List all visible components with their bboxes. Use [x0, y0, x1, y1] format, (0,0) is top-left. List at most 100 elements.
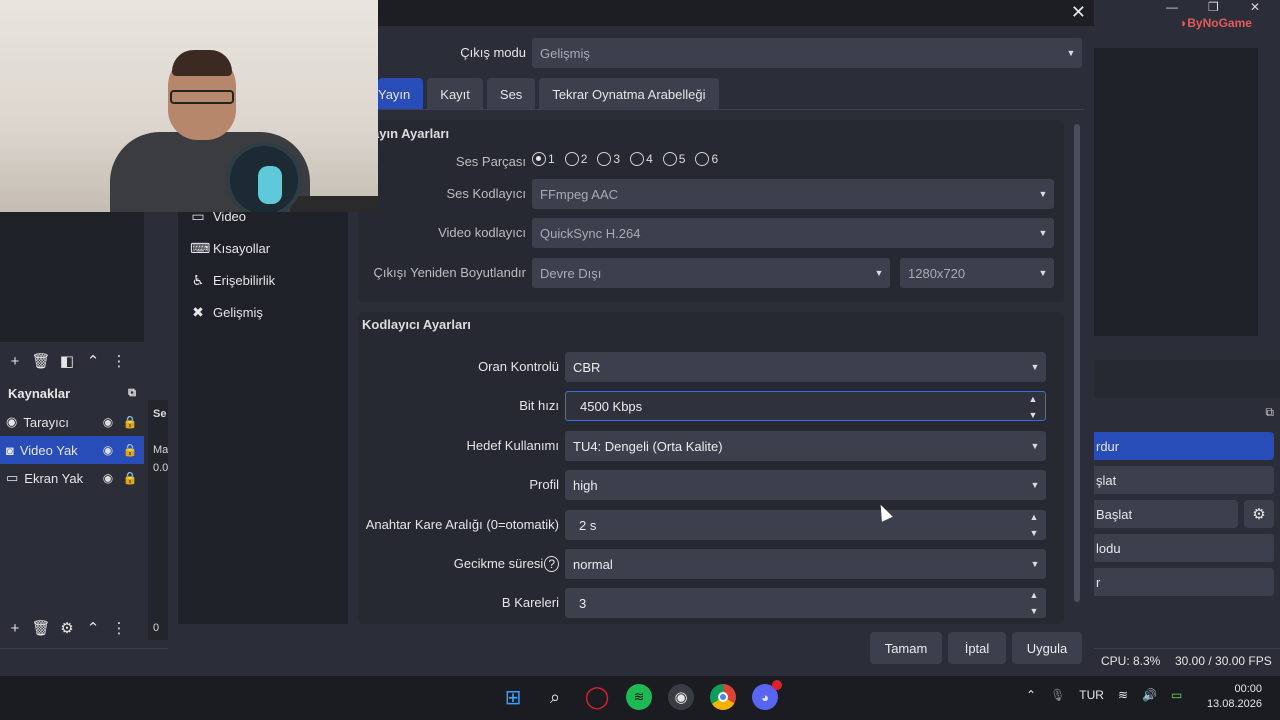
radio-label: 3 — [613, 152, 621, 166]
close-icon[interactable]: ✕ — [1071, 2, 1086, 23]
audio-track-radio-4[interactable]: 4 — [630, 152, 653, 166]
output-mode-select[interactable]: Gelişmiş ▼ — [532, 38, 1082, 68]
profile-label: Profil — [529, 477, 559, 492]
tab-audio[interactable]: Ses — [486, 78, 536, 110]
add-scene-icon[interactable]: + — [4, 350, 26, 372]
audio-track-radio-3[interactable]: 3 — [597, 152, 620, 166]
stepper-arrows[interactable]: ▲ ▼ — [1025, 394, 1041, 420]
remove-source-icon[interactable]: 🗑 — [30, 617, 52, 639]
apply-button[interactable]: Uygula — [1012, 632, 1082, 664]
settings-button[interactable]: r — [1088, 568, 1274, 596]
opera-icon[interactable]: ◯ — [584, 684, 610, 710]
chevron-down-icon[interactable]: ▼ — [1030, 528, 1039, 538]
maximize-icon[interactable]: ❐ — [1208, 0, 1219, 14]
sidebar-item-label: Gelişmiş — [213, 304, 263, 320]
keyframe-interval-input[interactable]: 2 s ▲ ▼ — [565, 510, 1046, 540]
clock[interactable]: 00:00 13.08.2026 — [1206, 682, 1262, 712]
tab-stream[interactable]: Yayın — [378, 78, 424, 110]
sidebar-item-accessibility[interactable]: ♿ Erişebilirlik — [190, 268, 275, 292]
bitrate-value: 4500 Kbps — [580, 398, 643, 414]
more-icon[interactable]: ⋮ — [108, 617, 130, 639]
lock-icon[interactable]: 🔒 — [122, 471, 138, 485]
sidebar-item-hotkeys[interactable]: ⌨ Kısayollar — [190, 236, 270, 260]
source-label: Ekran Yak — [24, 470, 84, 486]
rescale-output-select[interactable]: Devre Dışı ▼ — [532, 258, 890, 288]
close-window-icon[interactable]: ✕ — [1250, 0, 1260, 14]
chevron-up-icon[interactable]: ▲ — [1029, 394, 1038, 404]
transitions-panel — [1094, 48, 1258, 336]
discord-icon[interactable]: ◕ — [752, 680, 782, 710]
windows-start-icon[interactable]: ⊞ — [500, 684, 526, 710]
speaker-icon[interactable]: 🔊 — [1142, 688, 1157, 702]
undock-icon[interactable]: ⧉ — [128, 387, 136, 400]
start-streaming-button[interactable]: rdur — [1088, 432, 1274, 460]
audio-track-radio-2[interactable]: 2 — [564, 152, 587, 166]
rescale-output-value: Devre Dışı — [540, 265, 602, 281]
audio-track-radio-6[interactable]: 6 — [695, 152, 718, 166]
audio-track-radio-5[interactable]: 5 — [662, 152, 685, 166]
more-icon[interactable]: ⋮ — [108, 350, 130, 372]
video-encoder-select[interactable]: QuickSync H.264 ▼ — [532, 218, 1054, 248]
settings-scrollbar[interactable] — [1074, 124, 1080, 602]
chevron-up-icon[interactable]: ▲ — [1030, 590, 1039, 600]
ok-button[interactable]: Tamam — [870, 632, 942, 664]
chevron-up-icon[interactable]: ⌃ — [1026, 688, 1036, 702]
audio-encoder-value: FFmpeg AAC — [540, 186, 619, 202]
filter-icon[interactable]: ◧ — [56, 350, 78, 372]
fps-counter: 30.00 / 30.00 FPS — [1175, 654, 1272, 668]
globe-icon: ◉ — [6, 414, 18, 429]
lock-icon[interactable]: 🔒 — [122, 443, 138, 457]
eye-icon[interactable]: ◉ — [100, 471, 116, 485]
add-source-icon[interactable]: + — [4, 617, 26, 639]
profile-select[interactable]: high ▼ — [565, 470, 1046, 500]
scenes-list[interactable] — [0, 212, 144, 342]
b-frames-label: B Kareleri — [501, 595, 559, 610]
stepper-arrows[interactable]: ▲ ▼ — [1026, 512, 1042, 538]
search-icon[interactable]: ⌕ — [542, 684, 568, 710]
b-frames-input[interactable]: 3 ▲ ▼ — [565, 588, 1046, 618]
rescale-resolution-select[interactable]: 1280x720 ▼ — [900, 258, 1054, 288]
battery-icon[interactable]: ▭ — [1171, 688, 1182, 702]
source-item-display-capture[interactable]: ▭ Ekran Yak ◉ 🔒 — [0, 464, 144, 492]
audio-track-radio-1[interactable]: 1 — [532, 152, 555, 166]
radio-label: 6 — [711, 152, 719, 166]
microphone-icon[interactable]: 🎙 — [1050, 688, 1065, 702]
sources-list: ◉ Tarayıcı ◉ 🔒 ◙ Video Yak ◉ 🔒 ▭ Ekran Y… — [0, 408, 144, 492]
audio-encoder-select[interactable]: FFmpeg AAC ▼ — [532, 179, 1054, 209]
chrome-icon[interactable] — [710, 684, 736, 710]
chevron-down-icon[interactable]: ▼ — [1029, 410, 1038, 420]
undock-icon[interactable]: ⧉ — [1265, 405, 1274, 420]
start-recording-button[interactable]: şlat — [1088, 466, 1274, 494]
eye-icon[interactable]: ◉ — [100, 443, 116, 457]
gear-icon[interactable]: ⚙ — [56, 617, 78, 639]
source-item-browser[interactable]: ◉ Tarayıcı ◉ 🔒 — [0, 408, 144, 436]
language-indicator[interactable]: TUR — [1079, 688, 1104, 702]
stepper-arrows[interactable]: ▲ ▼ — [1026, 590, 1042, 616]
target-usage-select[interactable]: TU4: Dengeli (Orta Kalite) ▼ — [565, 431, 1046, 461]
tab-replay-buffer[interactable]: Tekrar Oynatma Arabelleği — [539, 78, 719, 110]
move-up-icon[interactable]: ⌃ — [82, 617, 104, 639]
chevron-up-icon[interactable]: ▲ — [1030, 512, 1039, 522]
sidebar-item-advanced[interactable]: ✖ Gelişmiş — [190, 300, 263, 324]
obs-icon[interactable]: ◉ — [668, 684, 694, 710]
studio-mode-button[interactable]: lodu — [1088, 534, 1274, 562]
tab-recording[interactable]: Kayıt — [427, 78, 483, 110]
audio-encoder-label: Ses Kodlayıcı — [446, 186, 527, 201]
source-item-video-capture[interactable]: ◙ Video Yak ◉ 🔒 — [0, 436, 144, 464]
keyboard-icon: ⌨ — [190, 239, 211, 256]
rate-control-select[interactable]: CBR ▼ — [565, 352, 1046, 382]
remove-scene-icon[interactable]: 🗑 — [30, 350, 52, 372]
eye-icon[interactable]: ◉ — [100, 415, 116, 429]
lock-icon[interactable]: 🔒 — [122, 415, 138, 429]
bitrate-input[interactable]: 4500 Kbps ▲ ▼ — [565, 391, 1046, 421]
minimize-icon[interactable]: — — [1166, 0, 1178, 14]
move-up-icon[interactable]: ⌃ — [82, 350, 104, 372]
virtual-camera-settings-icon[interactable]: ⚙ — [1244, 500, 1274, 528]
cancel-button[interactable]: İptal — [948, 632, 1006, 664]
help-icon[interactable]: ? — [544, 556, 559, 572]
spotify-icon[interactable]: ≋ — [626, 684, 652, 710]
chevron-down-icon[interactable]: ▼ — [1030, 606, 1039, 616]
latency-select[interactable]: normal ▼ — [565, 549, 1046, 579]
wifi-icon[interactable]: ≋ — [1118, 688, 1128, 702]
start-virtual-camera-button[interactable]: Başlat — [1088, 500, 1238, 528]
